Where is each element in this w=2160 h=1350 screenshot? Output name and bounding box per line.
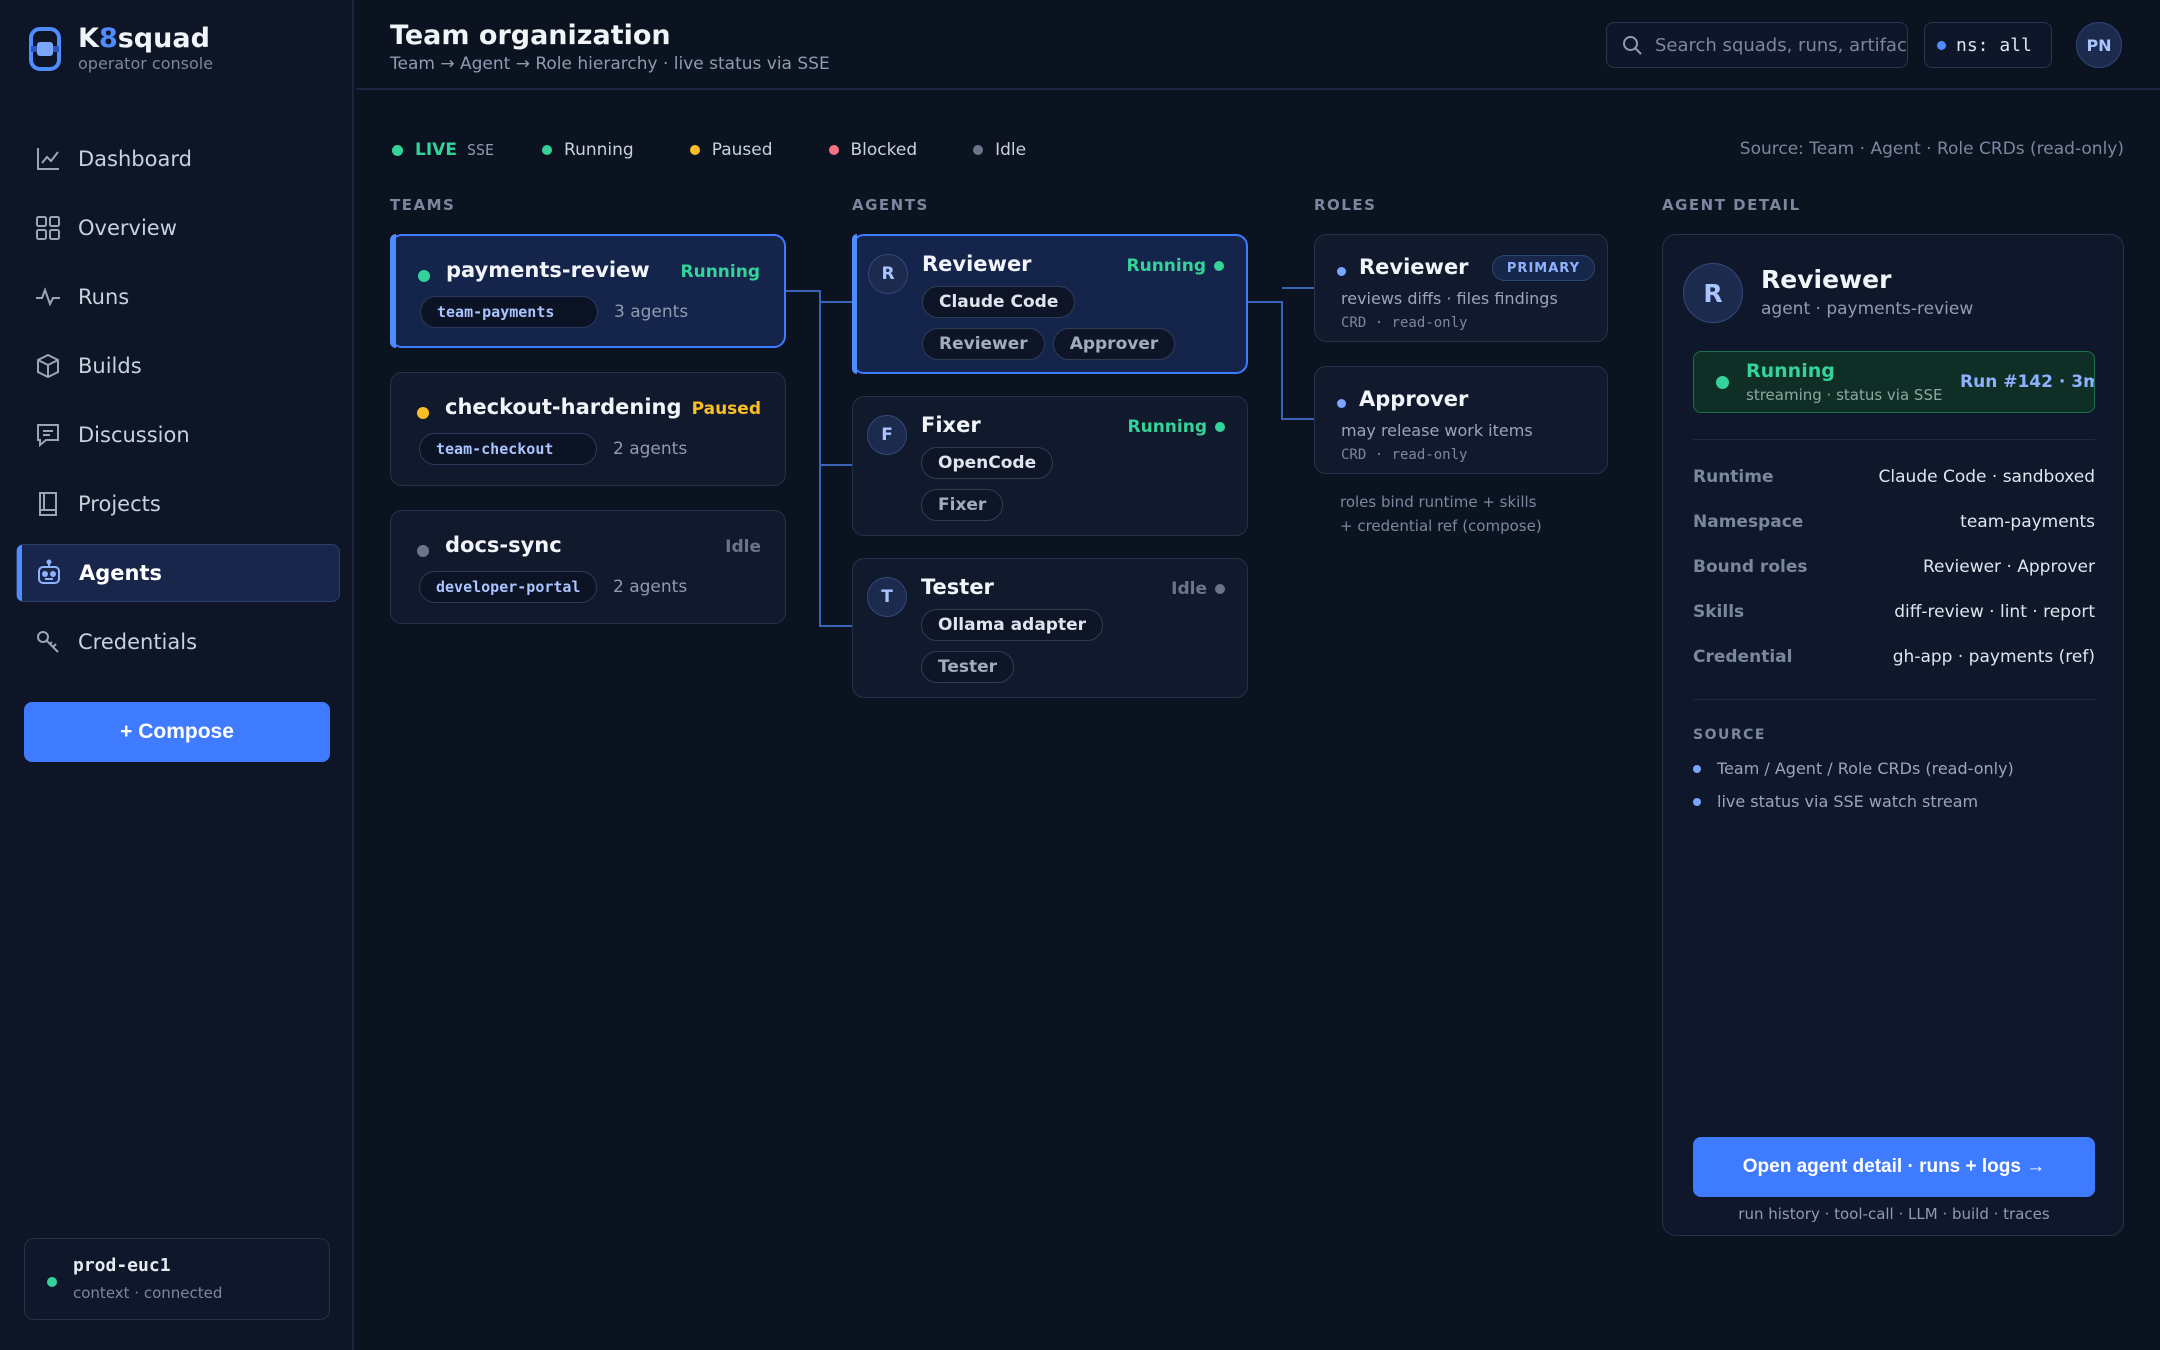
team-card-checkout-hardening[interactable]: checkout-hardening Paused team-checkout … [390,372,786,486]
team-namespace: developer-portal [419,571,597,603]
field-value: diff-review · lint · report [1894,602,2095,622]
role-name: Reviewer [1359,255,1469,279]
detail-field-bound-roles: Bound roles Reviewer · Approver [1693,557,2095,587]
team-namespace: team-checkout [419,433,597,465]
source-item: live status via SSE watch stream [1693,792,1978,811]
team-status: Running [680,262,761,282]
role-pill: Reviewer [922,328,1045,360]
team-agent-count: 2 agents [613,439,688,459]
team-card-docs-sync[interactable]: docs-sync Idle developer-portal 2 agents [390,510,786,624]
field-value: team-payments [1960,512,2095,532]
agent-status: Idle [1171,579,1225,599]
agent-roles: Fixer [921,489,1011,521]
role-description: reviews diffs · files findings [1341,289,1558,308]
divider [1693,439,2095,440]
agent-name: Reviewer [922,252,1032,276]
field-key: Bound roles [1693,557,1808,577]
agent-avatar: T [867,577,907,617]
team-agent-count: 3 agents [614,302,689,322]
team-namespace: team-payments [420,296,598,328]
role-pill: Fixer [921,489,1004,521]
detail-agent-name: Reviewer [1761,265,1892,294]
team-status-dot [417,545,429,557]
team-status: Idle [725,537,761,557]
current-run[interactable]: Running streaming · status via SSE Run #… [1693,351,2095,413]
team-name: docs-sync [445,533,562,557]
team-name: payments-review [446,258,650,282]
team-status-dot [418,270,430,282]
run-substatus: streaming · status via SSE [1746,386,1943,404]
open-agent-note: run history · tool-call · LLM · build · … [1738,1205,2050,1223]
agent-name: Tester [921,575,994,599]
run-status-dot [1716,376,1729,389]
team-name: checkout-hardening [445,395,682,419]
role-pill: Approver [1052,328,1176,360]
detail-field-credential: Credential gh-app · payments (ref) [1693,647,2095,677]
detail-field-runtime: Runtime Claude Code · sandboxed [1693,467,2095,497]
role-crd: CRD · read-only [1341,315,1468,331]
source-header: SOURCE [1693,727,1766,743]
team-agent-connector [786,290,852,627]
team-status-dot [417,407,429,419]
agent-status-dot [1215,422,1225,432]
agent-status-dot [1214,261,1224,271]
source-item: Team / Agent / Role CRDs (read-only) [1693,759,2014,778]
bullet-dot [1693,797,1701,806]
agent-card-reviewer[interactable]: R Reviewer Running Claude Code Reviewer … [852,234,1248,374]
agent-runtime: OpenCode [921,447,1054,479]
agent-detail-panel: R Reviewer agent · payments-review Runni… [1662,234,2124,1236]
run-status: Running [1746,360,1835,382]
agent-name: Fixer [921,413,981,437]
agent-card-fixer[interactable]: F Fixer Running OpenCode Fixer [852,396,1248,536]
roles-note-line: roles bind runtime + skills [1340,493,1537,511]
agent-avatar: R [868,254,908,294]
role-card-approver[interactable]: Approver may release work items CRD · re… [1314,366,1608,474]
field-key: Runtime [1693,467,1774,487]
agent-card-tester[interactable]: T Tester Idle Ollama adapter Tester [852,558,1248,698]
detail-agent-subtitle: agent · payments-review [1761,299,1974,319]
role-pill: Tester [921,651,1015,683]
role-dot [1337,399,1346,408]
detail-avatar: R [1683,263,1743,323]
team-status: Paused [691,399,761,419]
agent-runtime: Claude Code [922,286,1076,318]
run-id: Run #142 · 3m [1960,372,2095,392]
roles-note: roles bind runtime + skills + credential… [1340,490,1542,538]
field-key: Namespace [1693,512,1804,532]
agent-role-connector [1248,301,1314,420]
agent-status: Running [1128,417,1225,437]
field-value: Reviewer · Approver [1922,557,2095,577]
team-card-payments-review[interactable]: payments-review Running team-payments 3 … [390,234,786,348]
agent-roles: Tester [921,651,1022,683]
role-name: Approver [1359,387,1469,411]
open-agent-detail-button[interactable]: Open agent detail · runs + logs → [1693,1137,2095,1197]
team-agent-count: 2 agents [613,577,688,597]
agent-roles: Reviewer Approver [922,328,1183,360]
agent-status: Running [1127,256,1224,276]
role-crd: CRD · read-only [1341,447,1468,463]
detail-field-skills: Skills diff-review · lint · report [1693,602,2095,632]
role-card-reviewer[interactable]: Reviewer PRIMARY reviews diffs · files f… [1314,234,1608,342]
detail-field-namespace: Namespace team-payments [1693,512,2095,542]
field-value: gh-app · payments (ref) [1892,647,2095,667]
agent-status-dot [1215,584,1225,594]
primary-badge: PRIMARY [1491,255,1595,281]
field-key: Credential [1693,647,1793,667]
bullet-dot [1693,764,1701,773]
role-dot [1337,267,1346,276]
role-description: may release work items [1341,421,1533,440]
field-key: Skills [1693,602,1745,622]
divider [1693,699,2095,700]
agent-avatar: F [867,415,907,455]
agent-runtime: Ollama adapter [921,609,1104,641]
roles-note-line: + credential ref (compose) [1340,517,1542,535]
field-value: Claude Code · sandboxed [1878,467,2095,487]
